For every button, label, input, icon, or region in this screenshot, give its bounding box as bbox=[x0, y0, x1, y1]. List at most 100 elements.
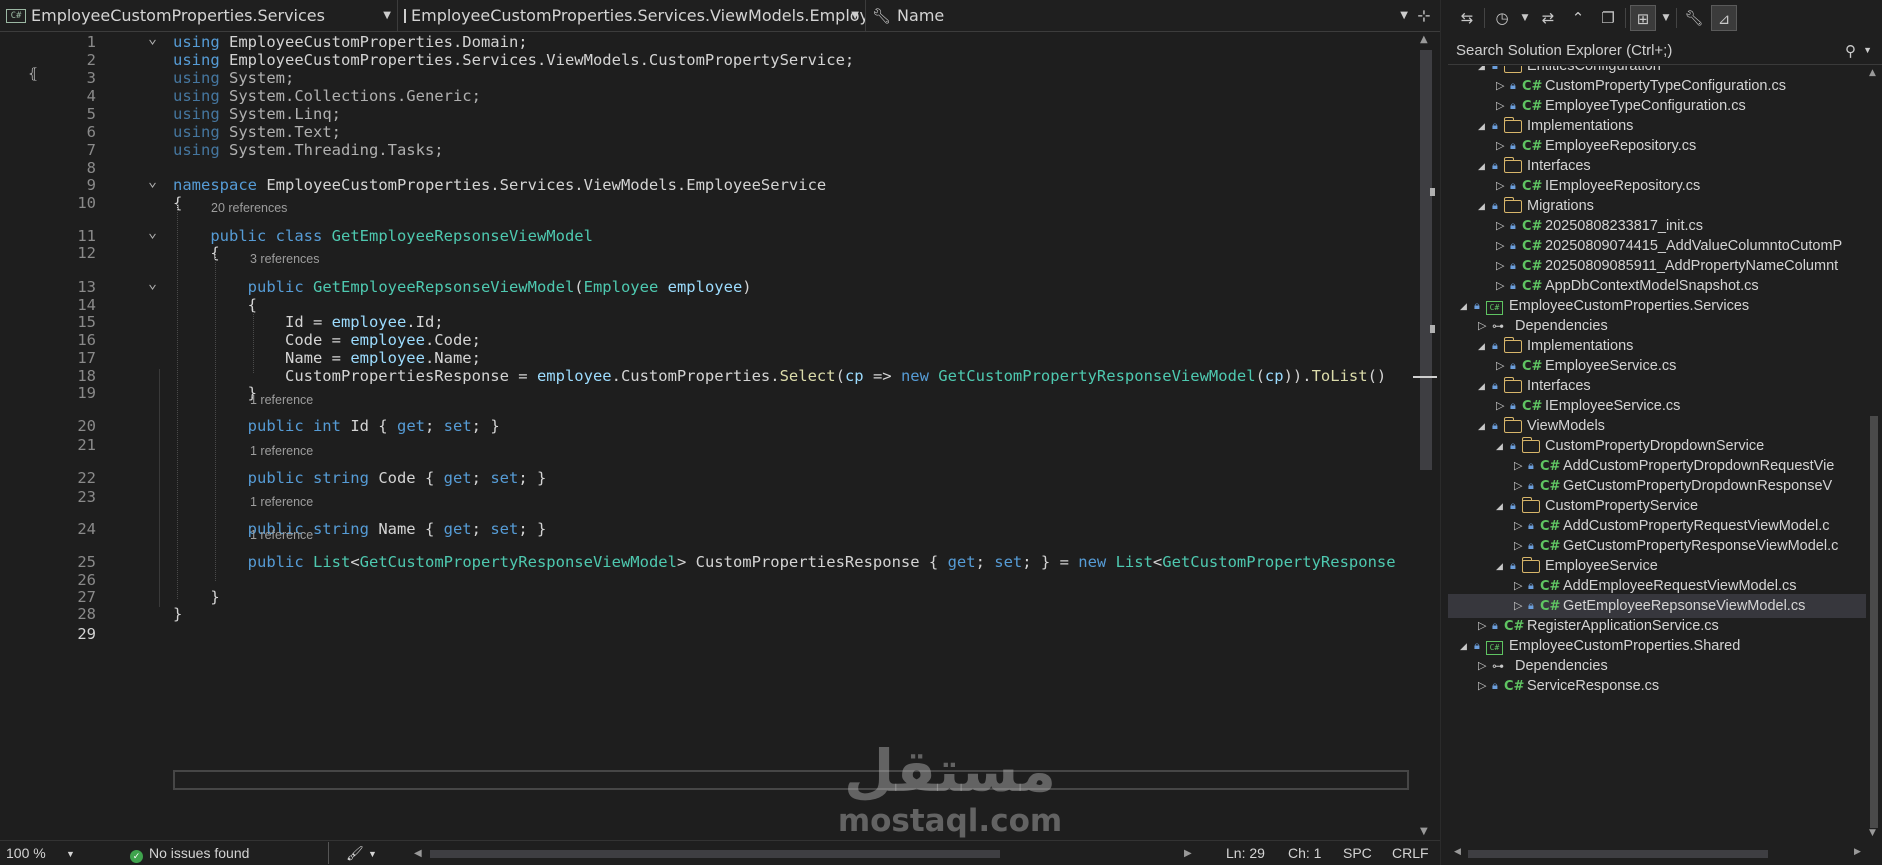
whitespace-indicator[interactable]: SPC bbox=[1343, 845, 1372, 861]
fold-toggle-icon[interactable]: ⌄ bbox=[148, 222, 157, 243]
code-token: public string bbox=[247, 469, 369, 487]
indent-guide bbox=[177, 204, 178, 599]
pending-changes-icon[interactable]: ◷ bbox=[1489, 5, 1515, 31]
codelens-references[interactable]: 20 references bbox=[211, 200, 287, 217]
collapse-all-icon[interactable]: ⌃ bbox=[1565, 5, 1591, 31]
wrench-icon: 🔧︎ bbox=[872, 6, 892, 25]
scrollbar-thumb[interactable] bbox=[1468, 850, 1768, 858]
line-ending-indicator[interactable]: CRLF bbox=[1392, 845, 1429, 861]
scroll-left-arrow-icon[interactable]: ◀ bbox=[414, 848, 422, 859]
filter-icon[interactable]: ⊞ bbox=[1630, 5, 1656, 31]
split-editor-icon[interactable]: ⊹ bbox=[1414, 6, 1434, 26]
scroll-right-arrow-icon[interactable]: ▶ bbox=[1854, 847, 1861, 857]
scroll-up-arrow-icon[interactable]: ▲ bbox=[1869, 68, 1876, 78]
scroll-up-arrow-icon[interactable]: ▲ bbox=[1420, 34, 1428, 45]
code-token: namespace bbox=[173, 176, 257, 194]
code-line[interactable]: 23 bbox=[0, 487, 1412, 508]
editor-vertical-scrollbar[interactable]: ▲ ▼ bbox=[1412, 32, 1440, 840]
solution-explorer-search[interactable]: Search Solution Explorer (Ctrl+;) ⚲ ▼ bbox=[1448, 37, 1882, 65]
csharp-file-icon: C# bbox=[1504, 679, 1525, 694]
codelens-references[interactable]: 1 reference bbox=[250, 527, 313, 544]
chevron-down-icon: ▼ bbox=[383, 9, 391, 21]
code-text: } bbox=[173, 604, 182, 625]
column-indicator[interactable]: Ch: 1 bbox=[1288, 845, 1321, 861]
panel-splitter[interactable] bbox=[1440, 0, 1448, 865]
code-line[interactable]: 19 } bbox=[0, 383, 1412, 404]
code-token: GetCustomPropertyResponseViewModel bbox=[359, 553, 677, 571]
chevron-down-icon[interactable]: ▼ bbox=[66, 849, 75, 859]
code-line[interactable]: 21 bbox=[0, 435, 1412, 456]
code-line[interactable]: 24 public string Name { get; set; } bbox=[0, 519, 1412, 540]
chevron-down-icon[interactable]: ▼ bbox=[1863, 45, 1872, 55]
code-token: set bbox=[490, 520, 519, 538]
member-dropdown[interactable]: 🔧︎ Name ▼ bbox=[866, 0, 1414, 32]
scroll-right-arrow-icon[interactable]: ▶ bbox=[1184, 848, 1192, 859]
solution-explorer: ⇆ ◷ ▼ ⇄ ⌃ ❐ ⊞ ▼ 🔧︎ ⊿ Search Solution Exp… bbox=[1448, 0, 1882, 865]
zoom-level[interactable]: 100 % bbox=[6, 845, 46, 861]
fold-toggle-icon[interactable]: ⌄ bbox=[148, 171, 157, 192]
show-all-files-icon[interactable]: ❐ bbox=[1595, 5, 1621, 31]
code-token: get bbox=[947, 553, 976, 571]
codelens-references[interactable]: 1 reference bbox=[250, 494, 313, 511]
code-token: Employee bbox=[583, 278, 659, 296]
scrollbar-thumb[interactable] bbox=[1870, 416, 1878, 828]
code-editor[interactable]: C# EmployeeCustomProperties.Services ▼ E… bbox=[0, 0, 1440, 865]
line-indicator[interactable]: Ln: 29 bbox=[1226, 845, 1265, 861]
code-cleanup-icon[interactable]: 🖌︎ bbox=[346, 845, 364, 862]
search-icon[interactable]: ⚲ bbox=[1845, 42, 1856, 60]
properties-wrench-icon[interactable]: 🔧︎ bbox=[1681, 5, 1707, 31]
code-token: get bbox=[443, 520, 472, 538]
chevron-down-icon[interactable]: ▼ bbox=[1660, 5, 1672, 31]
scroll-down-arrow-icon[interactable]: ▼ bbox=[1420, 826, 1428, 837]
chevron-down-icon[interactable]: ▼ bbox=[368, 849, 377, 859]
scroll-left-arrow-icon[interactable]: ◀ bbox=[1454, 847, 1461, 857]
watermark-arabic: مستقل bbox=[843, 737, 1057, 805]
code-token: ( bbox=[574, 278, 584, 296]
issues-indicator[interactable]: ✓ No issues found bbox=[130, 845, 249, 863]
code-line[interactable]: 12 { bbox=[0, 243, 1412, 264]
code-line[interactable]: 29 bbox=[0, 624, 1412, 645]
switch-views-icon[interactable]: ⇆ bbox=[1454, 5, 1480, 31]
chevron-down-icon: ▼ bbox=[1400, 9, 1408, 21]
code-token: employee bbox=[350, 331, 425, 349]
project-dropdown[interactable]: C# EmployeeCustomProperties.Services ▼ bbox=[0, 0, 398, 32]
preview-selected-icon[interactable]: ⊿ bbox=[1711, 5, 1737, 31]
code-token: < bbox=[350, 553, 360, 571]
csharp-project-icon: C# bbox=[6, 8, 26, 23]
solution-tree: ◢ 🔒︎ EntitiesConfiguration ▷ 🔒︎ C# CustomPrope… bbox=[1448, 66, 1866, 842]
solution-explorer-vertical-scrollbar[interactable]: ▲ ▼ bbox=[1866, 66, 1882, 842]
fold-toggle-icon[interactable]: ⌄ bbox=[148, 28, 157, 49]
scroll-down-arrow-icon[interactable]: ▼ bbox=[1869, 828, 1876, 838]
scrollbar-thumb[interactable] bbox=[1420, 50, 1432, 470]
code-area[interactable]: ⦃ 1 ⌄ using EmployeeCustomProperties.Domai… bbox=[0, 29, 1412, 840]
sync-with-document-icon[interactable]: ⇄ bbox=[1535, 5, 1561, 31]
code-token: public int bbox=[247, 417, 341, 435]
expand-arrow-icon[interactable]: ▷ bbox=[1478, 674, 1490, 698]
fold-toggle-icon[interactable]: ⌄ bbox=[148, 273, 157, 294]
chevron-down-icon[interactable]: ▼ bbox=[1519, 5, 1531, 31]
code-token: GetCustomPropertyResponse bbox=[1162, 553, 1396, 571]
line-number: 24 bbox=[77, 520, 96, 538]
codelens-references[interactable]: 1 reference bbox=[250, 443, 313, 460]
codelens-references[interactable]: 3 references bbox=[250, 251, 319, 268]
code-token: public bbox=[247, 278, 304, 296]
code-line[interactable]: 20 public int Id { get; set; } bbox=[0, 416, 1412, 437]
code-line[interactable]: 28} bbox=[0, 604, 1412, 625]
solution-explorer-horizontal-scrollbar[interactable]: ◀ ▶ bbox=[1448, 842, 1882, 865]
code-token: new bbox=[1078, 553, 1107, 571]
search-placeholder: Search Solution Explorer (Ctrl+;) bbox=[1456, 42, 1673, 59]
codelens-references[interactable]: 1 reference bbox=[250, 392, 313, 409]
horizontal-scrollbar-thumb[interactable] bbox=[430, 850, 1000, 858]
tree-file[interactable]: ▷ 🔒︎ C# ServiceResponse.cs bbox=[1448, 674, 1866, 698]
code-line[interactable]: 22 public string Code { get; set; } bbox=[0, 468, 1412, 489]
code-token: using bbox=[173, 123, 220, 141]
type-dropdown[interactable]: EmployeeCustomProperties.Services.ViewMo… bbox=[398, 0, 866, 32]
code-token: set bbox=[443, 417, 472, 435]
line-number: 21 bbox=[77, 436, 96, 454]
